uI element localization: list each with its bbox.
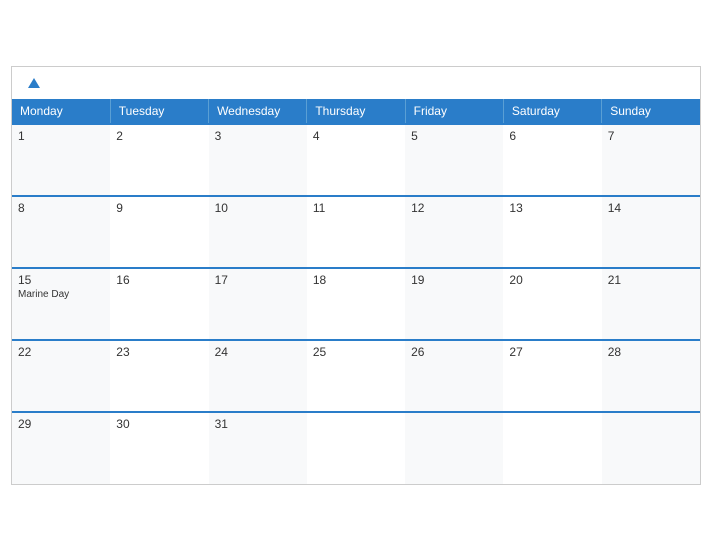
day-number: 17 — [215, 273, 301, 287]
day-number: 3 — [215, 129, 301, 143]
calendar-cell: 25 — [307, 340, 405, 412]
day-number: 13 — [509, 201, 595, 215]
day-number: 25 — [313, 345, 399, 359]
calendar-cell: 18 — [307, 268, 405, 340]
day-number: 1 — [18, 129, 104, 143]
calendar-cell: 29 — [12, 412, 110, 484]
day-number: 26 — [411, 345, 497, 359]
calendar-cell — [307, 412, 405, 484]
calendar-cell: 13 — [503, 196, 601, 268]
calendar-cell: 24 — [209, 340, 307, 412]
week-row-3: 15 Marine Day 16 17 18 19 20 21 — [12, 268, 700, 340]
calendar-cell: 1 — [12, 124, 110, 196]
calendar-cell: 17 — [209, 268, 307, 340]
day-number: 2 — [116, 129, 202, 143]
calendar-cell: 20 — [503, 268, 601, 340]
day-number: 27 — [509, 345, 595, 359]
calendar-cell: 19 — [405, 268, 503, 340]
day-number: 14 — [608, 201, 694, 215]
day-number: 23 — [116, 345, 202, 359]
day-number: 20 — [509, 273, 595, 287]
calendar-cell: 8 — [12, 196, 110, 268]
calendar-table: MondayTuesdayWednesdayThursdayFridaySatu… — [12, 99, 700, 484]
day-number: 4 — [313, 129, 399, 143]
calendar-cell: 9 — [110, 196, 208, 268]
day-number: 19 — [411, 273, 497, 287]
calendar-cell: 11 — [307, 196, 405, 268]
logo — [26, 77, 40, 93]
day-number: 15 — [18, 273, 104, 287]
calendar-cell — [405, 412, 503, 484]
calendar-cell: 12 — [405, 196, 503, 268]
day-number: 30 — [116, 417, 202, 431]
weekday-header-monday: Monday — [12, 99, 110, 124]
weekday-header-friday: Friday — [405, 99, 503, 124]
day-number: 21 — [608, 273, 694, 287]
day-number: 18 — [313, 273, 399, 287]
logo-triangle-icon — [28, 78, 40, 88]
day-number: 24 — [215, 345, 301, 359]
calendar-cell: 30 — [110, 412, 208, 484]
weekday-header-row: MondayTuesdayWednesdayThursdayFridaySatu… — [12, 99, 700, 124]
day-number: 5 — [411, 129, 497, 143]
calendar-cell: 15 Marine Day — [12, 268, 110, 340]
week-row-1: 1234567 — [12, 124, 700, 196]
day-number: 28 — [608, 345, 694, 359]
day-number: 16 — [116, 273, 202, 287]
calendar-cell — [602, 412, 700, 484]
calendar-header — [12, 67, 700, 99]
day-number: 12 — [411, 201, 497, 215]
weekday-header-tuesday: Tuesday — [110, 99, 208, 124]
day-number: 9 — [116, 201, 202, 215]
holiday-label: Marine Day — [18, 289, 104, 300]
calendar-cell: 27 — [503, 340, 601, 412]
weekday-header-saturday: Saturday — [503, 99, 601, 124]
calendar-cell: 21 — [602, 268, 700, 340]
calendar-cell: 28 — [602, 340, 700, 412]
week-row-4: 22 23 24 25 26 27 28 — [12, 340, 700, 412]
calendar-cell: 16 — [110, 268, 208, 340]
calendar-cell: 7 — [602, 124, 700, 196]
day-number: 7 — [608, 129, 694, 143]
calendar-cell: 4 — [307, 124, 405, 196]
week-row-5: 29 30 31 — [12, 412, 700, 484]
day-number: 8 — [18, 201, 104, 215]
calendar-cell: 31 — [209, 412, 307, 484]
calendar-cell: 26 — [405, 340, 503, 412]
calendar-cell: 2 — [110, 124, 208, 196]
calendar-cell: 22 — [12, 340, 110, 412]
logo-general-line — [26, 77, 40, 93]
calendar-cell: 10 — [209, 196, 307, 268]
day-number: 29 — [18, 417, 104, 431]
weekday-header-thursday: Thursday — [307, 99, 405, 124]
calendar-container: MondayTuesdayWednesdayThursdayFridaySatu… — [11, 66, 701, 485]
calendar-cell: 14 — [602, 196, 700, 268]
calendar-cell: 5 — [405, 124, 503, 196]
calendar-cell — [503, 412, 601, 484]
day-number: 31 — [215, 417, 301, 431]
calendar-cell: 6 — [503, 124, 601, 196]
weekday-header-sunday: Sunday — [602, 99, 700, 124]
day-number: 6 — [509, 129, 595, 143]
week-row-2: 89 10 11 12 13 14 — [12, 196, 700, 268]
calendar-cell: 3 — [209, 124, 307, 196]
calendar-cell: 23 — [110, 340, 208, 412]
day-number: 22 — [18, 345, 104, 359]
weekday-header-wednesday: Wednesday — [209, 99, 307, 124]
day-number: 11 — [313, 201, 399, 215]
day-number: 10 — [215, 201, 301, 215]
